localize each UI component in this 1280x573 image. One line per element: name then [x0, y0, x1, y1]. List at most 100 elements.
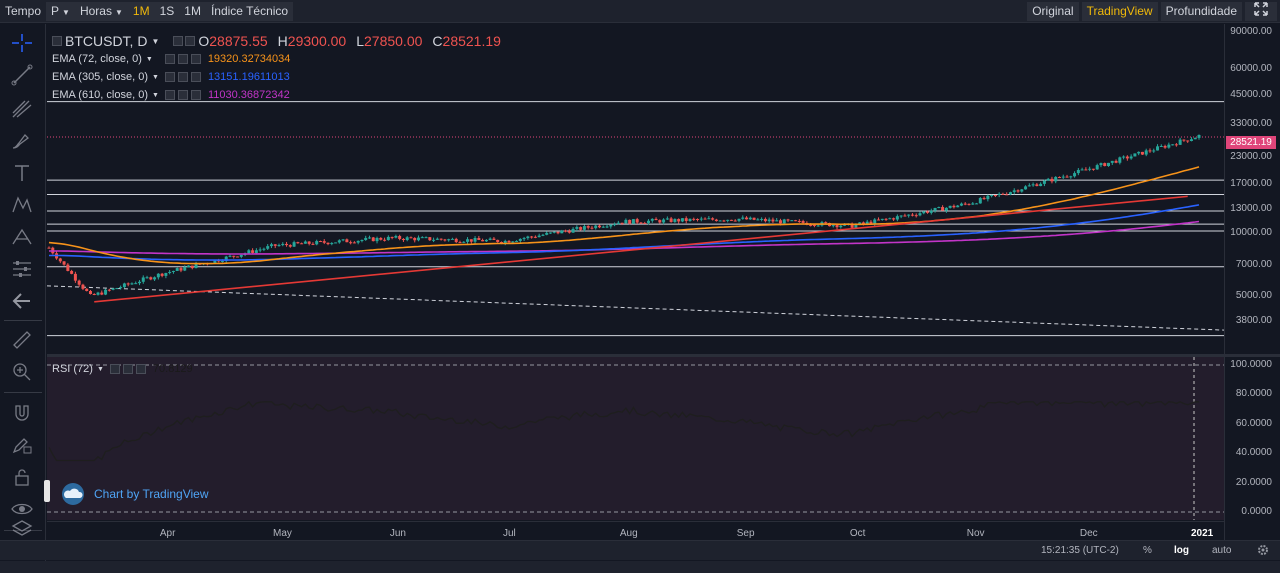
- view-depth-button[interactable]: Profundidade: [1160, 2, 1242, 21]
- candle-body: [420, 237, 424, 239]
- hours-dropdown[interactable]: Horas ▼: [74, 1, 128, 21]
- ema305-line: [49, 204, 1200, 261]
- candle-body: [967, 203, 971, 205]
- candle-body: [726, 219, 730, 221]
- projection-tool[interactable]: [10, 226, 34, 248]
- magnet-tool[interactable]: [10, 402, 34, 424]
- chevron-down-icon[interactable]: ▼: [97, 366, 104, 373]
- clock[interactable]: 15:21:35 (UTC-2): [1041, 545, 1119, 556]
- chevron-down-icon[interactable]: ▼: [146, 56, 153, 63]
- close-label: C: [432, 33, 443, 49]
- lock-icon: [15, 469, 29, 486]
- candle-body: [771, 219, 775, 222]
- candle-body: [292, 242, 296, 247]
- candle-body: [575, 227, 579, 229]
- candle-body: [669, 218, 673, 222]
- remove-box[interactable]: [190, 72, 201, 82]
- auto-toggle[interactable]: auto: [1212, 545, 1231, 556]
- candle-body: [322, 241, 326, 243]
- settings-box[interactable]: [164, 90, 175, 100]
- crosshair-tool[interactable]: [10, 32, 34, 54]
- fib-tool[interactable]: [10, 98, 34, 120]
- remove-box[interactable]: [190, 90, 201, 100]
- interval-1mo[interactable]: 1M: [179, 1, 206, 21]
- hide-box[interactable]: [185, 36, 196, 46]
- hide-box[interactable]: [177, 72, 188, 82]
- pane-scroll-handle[interactable]: [44, 480, 50, 502]
- remove-box[interactable]: [190, 54, 201, 64]
- candle-body: [1046, 178, 1050, 181]
- projection-icon: [12, 228, 32, 245]
- settings-box[interactable]: [109, 364, 120, 374]
- candle-body: [537, 235, 541, 238]
- chevron-down-icon[interactable]: ▼: [152, 92, 159, 99]
- hide-box[interactable]: [177, 54, 188, 64]
- rsi-pane[interactable]: [47, 357, 1224, 520]
- candle-body: [1095, 165, 1099, 170]
- candle-body: [756, 219, 760, 221]
- back-tool[interactable]: [10, 290, 34, 312]
- chevron-down-icon[interactable]: ▼: [152, 74, 159, 81]
- candle-body: [926, 211, 930, 213]
- settings-gear-icon[interactable]: [1256, 543, 1270, 557]
- hide-box[interactable]: [177, 90, 188, 100]
- candle-body: [903, 215, 907, 217]
- ruler-tool[interactable]: [10, 328, 34, 350]
- candle-body: [745, 217, 749, 220]
- candle-body: [722, 220, 726, 222]
- interval-1s[interactable]: 1S: [154, 1, 180, 21]
- log-toggle[interactable]: log: [1174, 545, 1189, 556]
- rsi-chart[interactable]: [47, 357, 1224, 520]
- ema305-value: 13151.19611013: [207, 71, 290, 83]
- price-tick: 10000.00: [1230, 226, 1272, 238]
- candle-body: [594, 225, 598, 229]
- tradingview-watermark[interactable]: Chart by TradingView: [60, 483, 209, 505]
- stay-drawing-tool[interactable]: [10, 434, 34, 456]
- candle-body: [1193, 137, 1197, 140]
- candle-body: [73, 273, 77, 281]
- settings-box[interactable]: [164, 54, 175, 64]
- candle-body: [963, 203, 967, 205]
- view-original-button[interactable]: Original: [1027, 2, 1079, 21]
- candle-body: [367, 237, 371, 239]
- view-tradingview-button[interactable]: TradingView: [1081, 2, 1158, 21]
- remove-box[interactable]: [135, 364, 146, 374]
- trendline-tool[interactable]: [10, 64, 34, 86]
- ema610-value: 11030.36872342: [207, 89, 290, 101]
- symbol-name[interactable]: BTCUSDT, D: [65, 33, 147, 49]
- ema610-legend: EMA (610, close, 0) ▼ 11030.36872342: [52, 89, 290, 101]
- rsi-label[interactable]: RSI (72): [52, 363, 93, 375]
- resolution-select[interactable]: P ▼: [46, 1, 75, 21]
- ema305-label[interactable]: EMA (305, close, 0): [52, 71, 148, 83]
- candle-body: [752, 217, 756, 220]
- ema610-label[interactable]: EMA (610, close, 0): [52, 89, 148, 101]
- settings-box[interactable]: [164, 72, 175, 82]
- candle-body: [635, 219, 639, 223]
- candle-body: [137, 281, 141, 284]
- price-axis[interactable]: 90000.00 60000.00 45000.00 33000.00 23000.00…: [1225, 24, 1280, 521]
- measure-group-tool[interactable]: [10, 258, 34, 280]
- visibility-tool[interactable]: [10, 498, 34, 520]
- time-axis[interactable]: Apr May Jun Jul Aug Sep Oct Nov Dec 2021: [47, 521, 1224, 540]
- lock-tool[interactable]: [10, 466, 34, 488]
- zoom-tool[interactable]: [10, 360, 34, 382]
- settings-box[interactable]: [173, 36, 184, 46]
- pattern-tool[interactable]: [10, 194, 34, 216]
- candle-body: [398, 236, 402, 239]
- ema72-label[interactable]: EMA (72, close, 0): [52, 53, 142, 65]
- candle-body: [737, 218, 741, 221]
- hide-box[interactable]: [122, 364, 133, 374]
- candle-body: [1125, 156, 1129, 159]
- horizontal-scrollbar[interactable]: [0, 561, 1280, 573]
- brush-tool[interactable]: [10, 130, 34, 152]
- fullscreen-button[interactable]: [1245, 2, 1277, 21]
- candle-body: [929, 210, 933, 213]
- symbol-toggle[interactable]: [52, 36, 62, 46]
- object-tree-tool[interactable]: [10, 518, 34, 540]
- percent-toggle[interactable]: %: [1143, 545, 1152, 556]
- interval-1m[interactable]: 1M: [127, 1, 155, 21]
- chevron-down-icon[interactable]: ▼: [151, 37, 159, 46]
- technical-index-button[interactable]: Índice Técnico: [205, 1, 294, 21]
- candle-body: [631, 219, 635, 224]
- text-tool[interactable]: [10, 162, 34, 184]
